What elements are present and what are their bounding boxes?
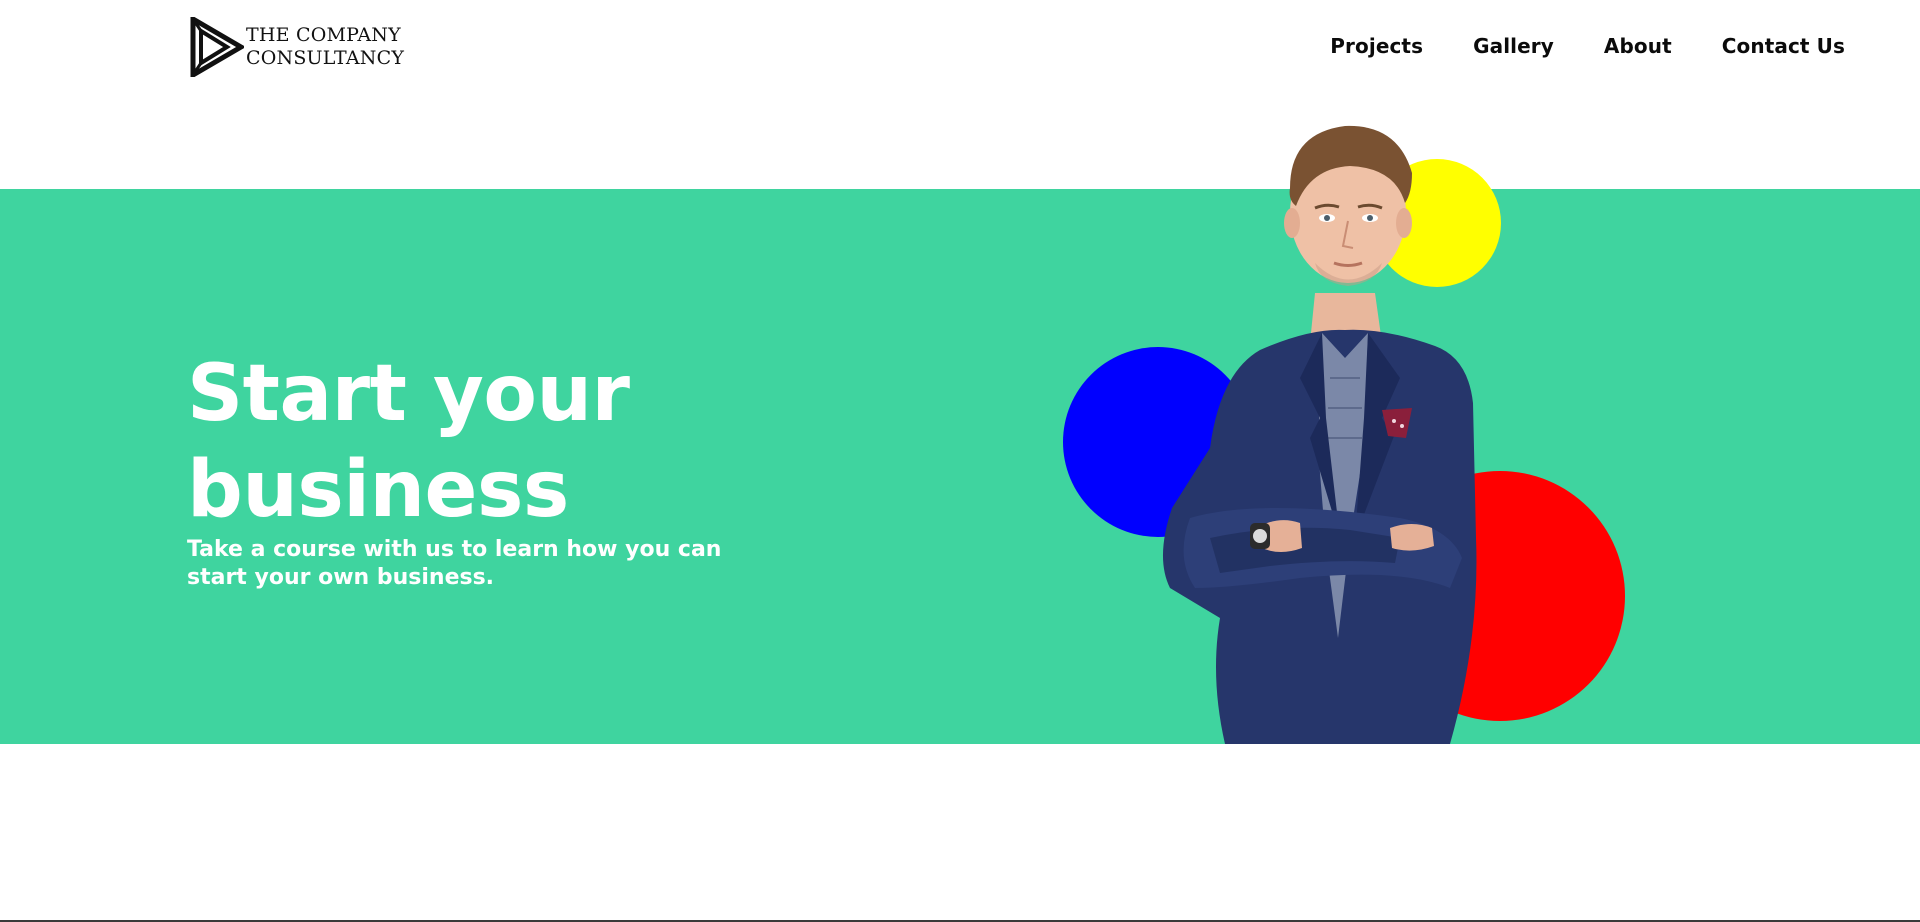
landing-page: THE COMPANY CONSULTANCY Projects Gallery… [0, 0, 1920, 922]
brand-name-line-2: CONSULTANCY [246, 47, 405, 69]
brand-logo-link[interactable]: THE COMPANY CONSULTANCY [190, 17, 404, 77]
main-nav: Projects Gallery About Contact Us [1280, 34, 1845, 58]
triangle-play-logo-icon [190, 17, 244, 77]
nav-item-projects[interactable]: Projects [1330, 34, 1423, 58]
hero-subtitle: Take a course with us to learn how you c… [187, 537, 722, 590]
brand-name-line-1: THE COMPANY [246, 24, 401, 46]
nav-item-contact-us[interactable]: Contact Us [1722, 34, 1845, 58]
brand-name: THE COMPANY CONSULTANCY [246, 24, 404, 70]
businessman-in-navy-suit-photo [1162, 125, 1477, 744]
site-header: THE COMPANY CONSULTANCY Projects Gallery… [0, 0, 1920, 95]
nav-item-gallery[interactable]: Gallery [1473, 34, 1554, 58]
nav-item-about[interactable]: About [1604, 34, 1672, 58]
hero-title: Start your business [187, 349, 630, 535]
